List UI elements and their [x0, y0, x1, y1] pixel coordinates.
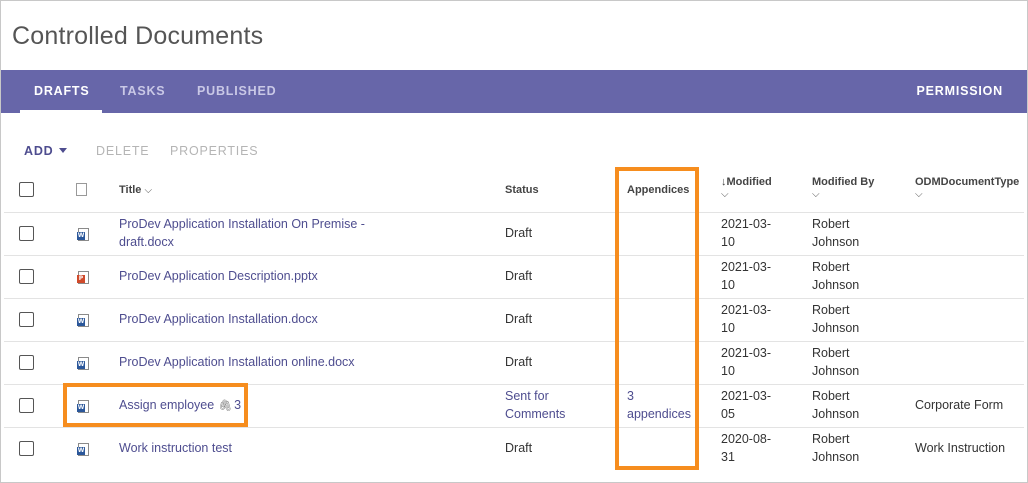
tab-published[interactable]: PUBLISHED	[197, 70, 276, 113]
name-line: Robert	[812, 432, 850, 446]
name-line: Johnson	[812, 450, 860, 464]
date-line: 10	[721, 278, 735, 292]
name-line: Johnson	[812, 321, 860, 335]
word-doc-icon: W	[77, 314, 89, 327]
modified-date: 2020-08- 31	[721, 430, 791, 466]
row-checkbox[interactable]	[19, 398, 34, 413]
document-type: Work Instruction	[915, 441, 1006, 455]
date-line: 10	[721, 321, 735, 335]
select-all-checkbox[interactable]	[19, 182, 34, 197]
name-line: Johnson	[812, 235, 860, 249]
row-checkbox[interactable]	[19, 441, 34, 456]
status-line: Comments	[505, 407, 566, 421]
add-button[interactable]: ADD	[24, 144, 68, 158]
name-line: Robert	[812, 217, 850, 231]
tab-bar: DRAFTS TASKS PUBLISHED PERMISSION	[1, 70, 1027, 113]
file-type-header-icon	[76, 183, 87, 196]
tab-drafts[interactable]: DRAFTS	[34, 70, 90, 113]
status-text: Draft	[505, 355, 533, 369]
name-line: Robert	[812, 260, 850, 274]
name-line: Robert	[812, 346, 850, 360]
modified-by: Robert Johnson	[812, 344, 902, 380]
document-title-link[interactable]: ProDev Application Installation.docx	[119, 310, 419, 328]
chevron-down-icon: ⌵	[812, 189, 820, 200]
modified-by: Robert Johnson	[812, 430, 902, 466]
column-header-title[interactable]: Title ⌵	[119, 184, 152, 196]
page-title: Controlled Documents	[12, 22, 264, 50]
modified-by: Robert Johnson	[812, 301, 902, 337]
modified-date: 2021-03- 10	[721, 258, 791, 294]
status-link[interactable]: Sent for Comments	[505, 387, 605, 423]
column-title-label: Title	[119, 184, 142, 196]
column-header-modified-by[interactable]: Modified By ⌵	[812, 176, 874, 200]
name-line: Johnson	[812, 278, 860, 292]
chevron-down-icon: ⌵	[915, 189, 923, 200]
status-text: Draft	[505, 312, 533, 326]
modified-date: 2021-03- 10	[721, 215, 791, 251]
name-line: Robert	[812, 303, 850, 317]
column-modified-label: Modified	[726, 176, 772, 188]
word-doc-icon: W	[77, 228, 89, 241]
name-line: Johnson	[812, 364, 860, 378]
row-checkbox[interactable]	[19, 355, 34, 370]
status-line: Sent for	[505, 389, 549, 403]
name-line: Robert	[812, 389, 850, 403]
powerpoint-doc-icon: P	[77, 271, 89, 284]
document-title-link[interactable]: Work instruction test	[119, 439, 419, 457]
active-tab-indicator	[20, 110, 102, 113]
title-line: draft.docx	[119, 235, 174, 249]
status-text: Draft	[505, 441, 533, 455]
modified-date: 2021-03- 10	[721, 344, 791, 380]
column-header-modified[interactable]: ↓Modified ⌵	[721, 176, 772, 200]
date-line: 05	[721, 407, 735, 421]
chevron-down-icon: ⌵	[144, 185, 153, 196]
date-line: 2021-03-	[721, 217, 772, 231]
date-line: 2021-03-	[721, 260, 772, 274]
date-line: 2021-03-	[721, 303, 772, 317]
modified-date: 2021-03- 10	[721, 301, 791, 337]
delete-button[interactable]: DELETE	[96, 144, 149, 158]
tab-tasks[interactable]: TASKS	[120, 70, 165, 113]
status-text: Draft	[505, 226, 533, 240]
status-text: Draft	[505, 269, 533, 283]
modified-by: Robert Johnson	[812, 258, 902, 294]
name-line: Johnson	[812, 407, 860, 421]
permission-button[interactable]: PERMISSION	[917, 70, 1004, 113]
document-title-link[interactable]: ProDev Application Description.pptx	[119, 267, 419, 285]
chevron-down-icon: ⌵	[721, 189, 729, 200]
modified-by: Robert Johnson	[812, 215, 902, 251]
column-doc-type-label: ODMDocumentType	[915, 176, 1020, 188]
document-title-link[interactable]: ProDev Application Installation On Premi…	[119, 215, 419, 251]
date-line: 2021-03-	[721, 346, 772, 360]
document-type: Corporate Form	[915, 398, 1004, 412]
date-line: 2021-03-	[721, 389, 772, 403]
date-line: 10	[721, 364, 735, 378]
modified-by: Robert Johnson	[812, 387, 902, 423]
row-checkbox[interactable]	[19, 226, 34, 241]
properties-button[interactable]: PROPERTIES	[170, 144, 258, 158]
date-line: 10	[721, 235, 735, 249]
appendices-column-highlight	[615, 167, 699, 470]
document-title-link[interactable]: ProDev Application Installation online.d…	[119, 353, 419, 371]
column-header-status[interactable]: Status	[505, 184, 539, 196]
caret-down-icon	[59, 148, 68, 153]
row-checkbox[interactable]	[19, 312, 34, 327]
word-doc-icon: W	[77, 443, 89, 456]
row-checkbox[interactable]	[19, 269, 34, 284]
column-header-document-type[interactable]: ODMDocumentType ⌵	[915, 176, 1019, 200]
add-label: ADD	[24, 144, 54, 158]
word-doc-icon: W	[77, 357, 89, 370]
modified-date: 2021-03- 05	[721, 387, 791, 423]
date-line: 31	[721, 450, 735, 464]
date-line: 2020-08-	[721, 432, 772, 446]
assign-employee-highlight	[63, 383, 248, 427]
title-line: ProDev Application Installation On Premi…	[119, 217, 365, 231]
column-modified-by-label: Modified By	[812, 176, 875, 188]
